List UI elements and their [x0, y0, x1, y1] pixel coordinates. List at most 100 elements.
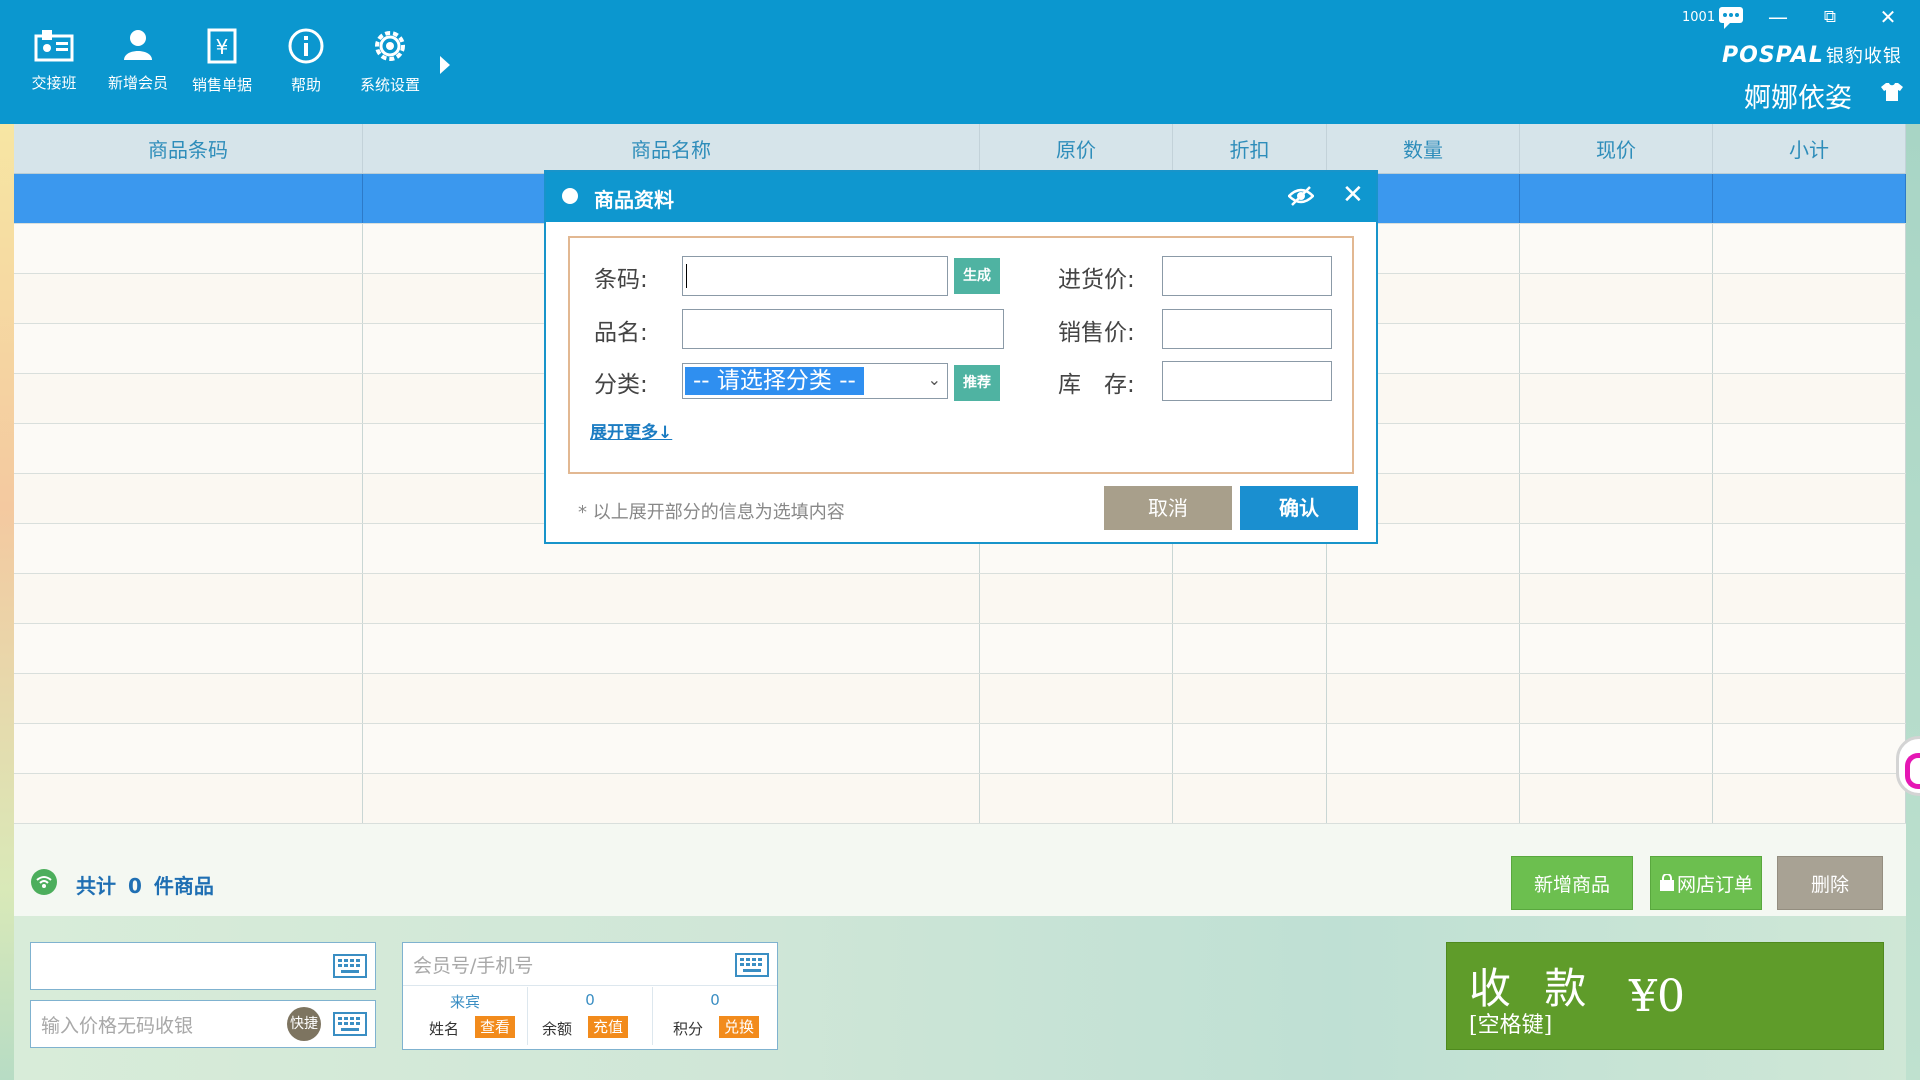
table-cell [14, 774, 363, 823]
recommend-category-button[interactable]: 推荐 [954, 365, 1000, 401]
help-icon [288, 28, 324, 64]
toolbar-more-arrow-icon[interactable] [440, 56, 450, 74]
column-header[interactable]: 原价 [980, 124, 1173, 173]
top-toolbar: 交接班 新增会员 ¥ 销售单据 帮助 系统设置 1001 — ⧉ ✕ POSPA… [0, 0, 1920, 124]
table-row[interactable] [14, 774, 1906, 824]
toolbar-label: 新增会员 [107, 74, 168, 92]
column-header[interactable]: 现价 [1520, 124, 1713, 173]
keyboard-icon[interactable] [735, 953, 769, 977]
shirt-icon[interactable] [1880, 82, 1904, 102]
confirm-button[interactable]: 确认 [1240, 486, 1358, 530]
purchase-price-input[interactable] [1162, 256, 1332, 296]
hide-eye-icon[interactable] [1288, 186, 1314, 206]
brand-logo: POSPAL 银豹收银 [1722, 42, 1902, 68]
price-input[interactable]: 输入价格无码收银 快捷 [30, 1000, 376, 1048]
checkout-amount: ¥0 [1629, 971, 1685, 1022]
summary-bar: 共计 0 件商品 新增商品 网店订单 删除 [14, 824, 1906, 916]
online-orders-label: 网店订单 [1676, 873, 1753, 896]
price-input-placeholder: 输入价格无码收银 [41, 1015, 194, 1037]
member-input-placeholder[interactable]: 会员号/手机号 [413, 951, 533, 978]
sale-price-label: 销售价: [1058, 320, 1135, 346]
brand-name: POSPAL [1722, 43, 1824, 68]
toolbar-shift-handover[interactable]: 交接班 [14, 28, 94, 93]
toolbar-help[interactable]: 帮助 [266, 28, 346, 95]
add-product-button[interactable]: 新增商品 [1511, 856, 1633, 910]
table-cell [980, 574, 1173, 623]
table-cell [1713, 774, 1906, 823]
barcode-input[interactable] [682, 256, 948, 296]
dialog-header: 商品资料 ✕ [546, 172, 1376, 222]
table-cell [14, 424, 363, 473]
delete-button[interactable]: 删除 [1777, 856, 1883, 910]
table-cell [1173, 774, 1327, 823]
table-cell [14, 224, 363, 273]
toolbar-sales-receipts[interactable]: ¥ 销售单据 [182, 28, 262, 95]
recharge-button[interactable]: 充值 [588, 1016, 629, 1038]
close-window-button[interactable]: ✕ [1870, 4, 1906, 30]
keyboard-icon[interactable] [333, 954, 367, 978]
table-cell [1713, 274, 1906, 323]
member-points-value: 0 [710, 991, 720, 1009]
table-cell [980, 674, 1173, 723]
stock-label: 库 存: [1058, 372, 1135, 398]
restore-button[interactable]: ⧉ [1812, 4, 1848, 30]
product-form: 条码: 生成 品名: 分类: -- 请选择分类 -- ⌄ 推荐 进货价: 销售价… [568, 236, 1354, 474]
table-cell [1713, 324, 1906, 373]
column-header[interactable]: 商品名称 [363, 124, 980, 173]
wifi-icon [31, 869, 57, 895]
table-cell [1520, 324, 1713, 373]
cancel-button[interactable]: 取消 [1104, 486, 1232, 530]
minimize-button[interactable]: — [1760, 4, 1796, 30]
column-header[interactable]: 商品条码 [14, 124, 363, 173]
table-cell [1520, 174, 1713, 223]
redeem-button[interactable]: 兑换 [719, 1016, 760, 1038]
expand-more-link[interactable]: 展开更多↓ [590, 418, 672, 443]
product-name-label: 品名: [594, 320, 648, 346]
dialog-close-button[interactable]: ✕ [1342, 180, 1364, 210]
toolbar-settings[interactable]: 系统设置 [350, 28, 430, 95]
item-count-summary: 共计 0 件商品 [76, 870, 226, 899]
keyboard-icon[interactable] [333, 1012, 367, 1036]
stock-input[interactable] [1162, 361, 1332, 401]
table-cell [1173, 624, 1327, 673]
divider [403, 985, 777, 986]
table-row[interactable] [14, 574, 1906, 624]
barcode-scan-input[interactable] [30, 942, 376, 990]
checkout-hotkey: [空格键] [1469, 1013, 1553, 1038]
category-select[interactable]: -- 请选择分类 -- ⌄ [682, 363, 948, 399]
right-decoration [1906, 124, 1920, 1080]
table-row[interactable] [14, 724, 1906, 774]
table-cell [1520, 274, 1713, 323]
table-cell [14, 674, 363, 723]
quick-button[interactable]: 快捷 [287, 1007, 321, 1041]
sale-price-input[interactable] [1162, 309, 1332, 349]
table-cell [1713, 224, 1906, 273]
account-id: 1001 [1682, 10, 1716, 25]
table-cell [1520, 674, 1713, 723]
toolbar-add-member[interactable]: 新增会员 [98, 28, 178, 93]
table-cell [1713, 474, 1906, 523]
table-row[interactable] [14, 624, 1906, 674]
summary-prefix: 共计 [76, 874, 116, 898]
add-member-icon [124, 30, 152, 60]
toolbar-label: 交接班 [31, 74, 77, 92]
message-icon[interactable] [1718, 6, 1744, 30]
table-cell [363, 574, 980, 623]
column-header[interactable]: 数量 [1327, 124, 1520, 173]
table-cell [14, 374, 363, 423]
table-cell [1173, 724, 1327, 773]
summary-suffix: 件商品 [153, 874, 214, 898]
member-balance-value: 0 [585, 991, 595, 1009]
column-header[interactable]: 折扣 [1173, 124, 1327, 173]
table-row[interactable] [14, 674, 1906, 724]
dialog-dot-icon [562, 188, 578, 204]
table-cell [1520, 424, 1713, 473]
column-header[interactable]: 小计 [1713, 124, 1906, 173]
view-member-button[interactable]: 查看 [475, 1016, 516, 1038]
checkout-button[interactable]: 收 款 [空格键] ¥0 [1446, 942, 1884, 1050]
online-orders-button[interactable]: 网店订单 [1650, 856, 1762, 910]
generate-barcode-button[interactable]: 生成 [954, 258, 1000, 294]
product-name-input[interactable] [682, 309, 1004, 349]
table-cell [1520, 624, 1713, 673]
table-cell [363, 724, 980, 773]
